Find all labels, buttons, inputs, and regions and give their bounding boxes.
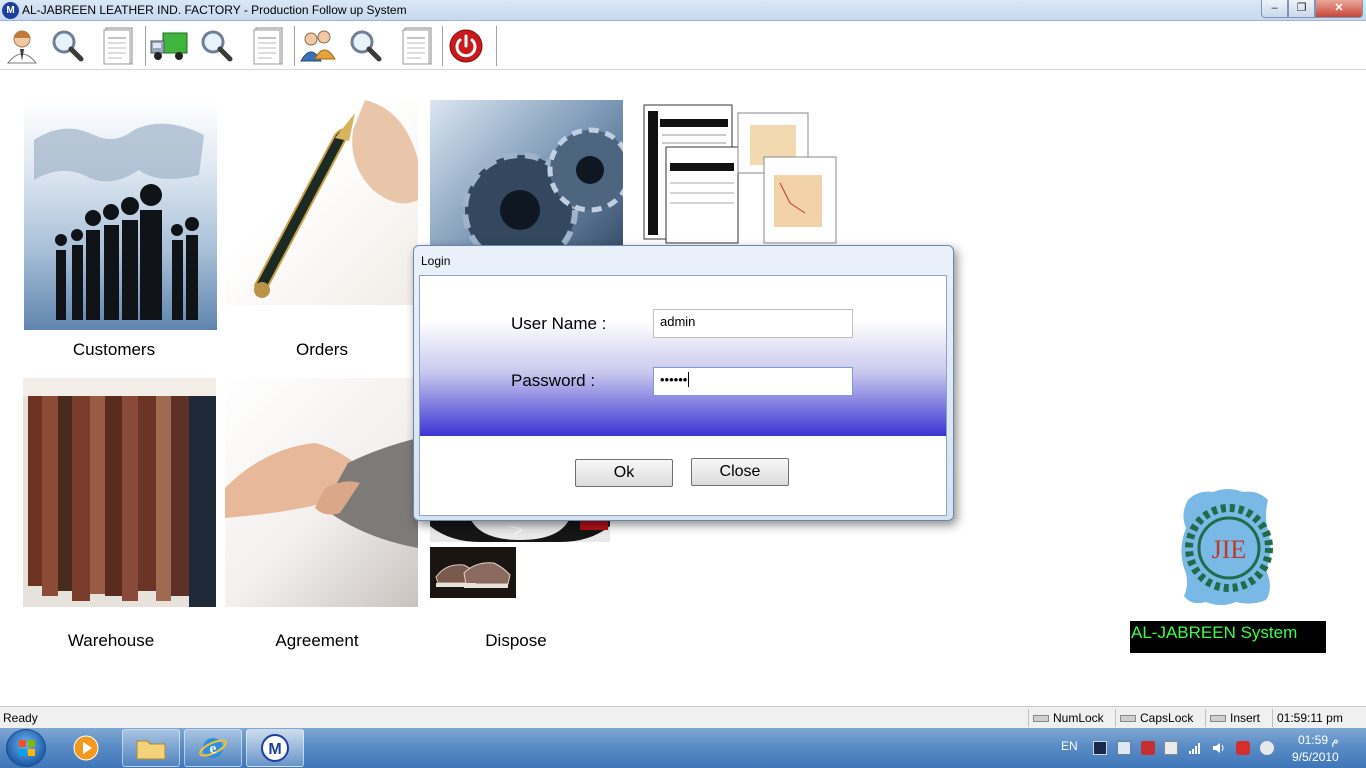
toolbar-separator — [145, 26, 146, 66]
numlock-label: NumLock — [1053, 711, 1104, 725]
internet-explorer-icon[interactable]: e — [184, 729, 242, 767]
customer-icon[interactable] — [2, 25, 42, 67]
tray-icon[interactable] — [1117, 741, 1131, 755]
company-logo: JIE — [1178, 488, 1278, 608]
customers-label[interactable]: Customers — [24, 340, 204, 360]
toolbar-separator — [442, 26, 443, 66]
window-title: AL-JABREEN LEATHER IND. FACTORY - Produc… — [22, 3, 407, 17]
close-button[interactable]: ✕ — [1315, 0, 1363, 18]
orders-label[interactable]: Orders — [232, 340, 412, 360]
jacket-image[interactable] — [430, 518, 610, 542]
numlock-indicator: NumLock — [1028, 709, 1115, 727]
search-icon[interactable] — [196, 25, 236, 67]
toolbar-separator — [496, 26, 497, 66]
toolbar-separator — [294, 26, 295, 66]
ok-button[interactable]: Ok — [575, 459, 673, 487]
start-button[interactable] — [6, 729, 46, 767]
tray-icon[interactable] — [1141, 741, 1155, 755]
tray-icon[interactable] — [1164, 741, 1178, 755]
insert-indicator: Insert — [1205, 709, 1272, 727]
report-icon[interactable] — [397, 25, 437, 67]
agreement-label[interactable]: Agreement — [227, 631, 407, 651]
toolbar — [0, 22, 1366, 70]
report-icon[interactable] — [248, 25, 288, 67]
warehouse-label[interactable]: Warehouse — [21, 631, 201, 651]
network-icon[interactable] — [1188, 741, 1202, 755]
search-icon[interactable] — [345, 25, 385, 67]
media-player-icon[interactable] — [57, 729, 115, 767]
users-icon[interactable] — [298, 25, 338, 67]
capslock-label: CapsLock — [1140, 711, 1194, 725]
app-taskbar-button[interactable]: M — [246, 729, 304, 767]
tray-icon[interactable] — [1236, 741, 1250, 755]
password-field[interactable]: •••••• — [653, 367, 853, 396]
language-indicator[interactable]: EN — [1061, 739, 1078, 753]
warehouse-image[interactable] — [23, 378, 216, 607]
shoes-image[interactable] — [430, 547, 516, 598]
clock-date[interactable]: 9/5/2010 — [1292, 750, 1339, 764]
tray-icon[interactable] — [1260, 741, 1274, 755]
login-dialog: Login User Name : admin Password : •••••… — [413, 245, 954, 521]
customers-image[interactable] — [24, 100, 217, 330]
report-icon[interactable] — [98, 25, 138, 67]
maximize-button[interactable]: ❐ — [1288, 0, 1315, 18]
svg-text:JIE: JIE — [1212, 535, 1247, 564]
status-bar: Ready NumLock CapsLock Insert 01:59:11 p… — [0, 706, 1366, 728]
title-bar: M AL-JABREEN LEATHER IND. FACTORY - Prod… — [0, 0, 1366, 21]
capslock-led — [1120, 715, 1136, 723]
password-value: •••••• — [660, 372, 688, 387]
volume-icon[interactable] — [1212, 741, 1226, 755]
agreement-image[interactable] — [225, 378, 418, 607]
login-form: User Name : admin Password : •••••• Ok C… — [419, 275, 947, 516]
dispose-label[interactable]: Dispose — [426, 631, 606, 651]
login-close-button[interactable]: Close — [691, 458, 789, 486]
reports-image[interactable] — [640, 103, 840, 245]
taskbar: e M EN 01:59 م 9/5/2010 — [0, 728, 1366, 768]
login-dialog-title: Login — [421, 254, 451, 268]
logo-caption: AL-JABREEN System — [1130, 621, 1326, 653]
svg-text:e: e — [210, 741, 217, 757]
folder-icon[interactable] — [122, 729, 180, 767]
insert-led — [1210, 715, 1226, 723]
insert-label: Insert — [1230, 711, 1261, 725]
orders-image[interactable] — [225, 100, 418, 305]
clock-time[interactable]: 01:59 م — [1298, 733, 1339, 747]
power-icon[interactable] — [446, 25, 486, 67]
password-label: Password : — [511, 371, 596, 390]
app-icon: M — [2, 2, 19, 19]
minimize-button[interactable]: – — [1261, 0, 1288, 18]
tray-icon[interactable] — [1093, 741, 1107, 755]
status-time: 01:59:11 pm — [1272, 709, 1352, 727]
numlock-led — [1033, 715, 1049, 723]
truck-icon[interactable] — [149, 25, 189, 67]
status-time-value: 01:59:11 pm — [1277, 711, 1343, 725]
svg-text:M: M — [268, 741, 281, 758]
username-field[interactable]: admin — [653, 309, 853, 338]
login-band — [420, 276, 946, 436]
username-label: User Name : — [511, 314, 607, 333]
capslock-indicator: CapsLock — [1115, 709, 1205, 727]
status-ready: Ready — [3, 711, 38, 725]
search-icon[interactable] — [47, 25, 87, 67]
text-cursor — [688, 372, 693, 387]
